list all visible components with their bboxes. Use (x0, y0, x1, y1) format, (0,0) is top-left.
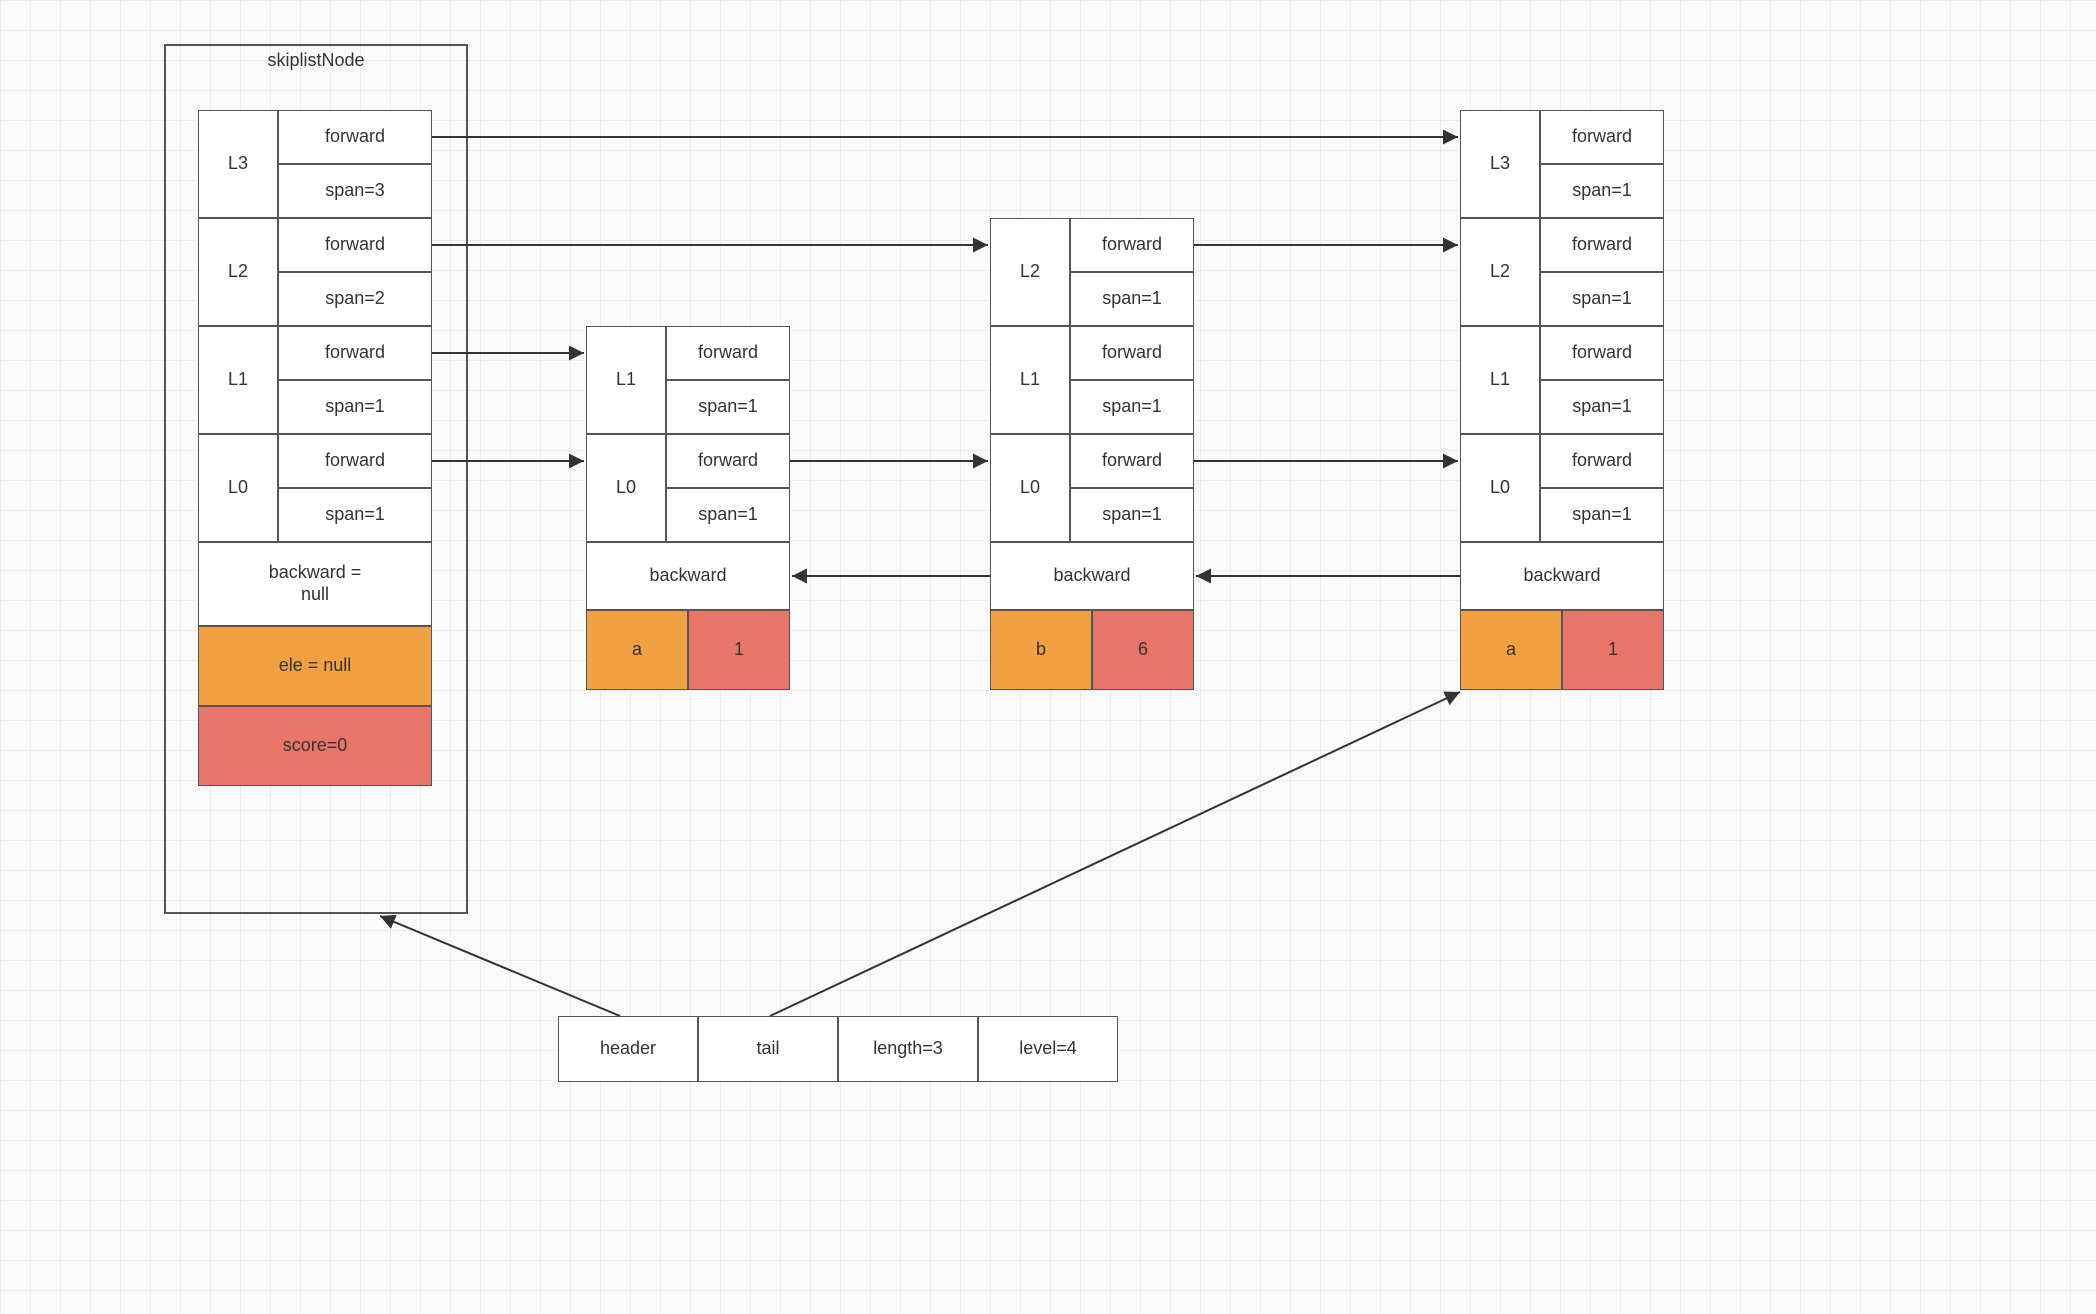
n2-L0-span: span=1 (1070, 488, 1194, 542)
n3-L0-span: span=1 (1540, 488, 1664, 542)
hdr-L0-name: L0 (198, 434, 278, 542)
hdr-L1-span: span=1 (278, 380, 432, 434)
n1-L1-name: L1 (586, 326, 666, 434)
hdr-L1-name: L1 (198, 326, 278, 434)
n3-L1-forward: forward (1540, 326, 1664, 380)
n3-L3-forward: forward (1540, 110, 1664, 164)
n2-L2-span: span=1 (1070, 272, 1194, 326)
n1-L1-forward: forward (666, 326, 790, 380)
n2-L1-name: L1 (990, 326, 1070, 434)
n3-score: 1 (1562, 610, 1664, 690)
meta-length: length=3 (838, 1016, 978, 1082)
hdr-L3-forward: forward (278, 110, 432, 164)
n2-L2-name: L2 (990, 218, 1070, 326)
n1-L0-span: span=1 (666, 488, 790, 542)
n3-ele: a (1460, 610, 1562, 690)
hdr-score: score=0 (198, 706, 432, 786)
n2-ele: b (990, 610, 1092, 690)
hdr-L2-name: L2 (198, 218, 278, 326)
n2-L1-span: span=1 (1070, 380, 1194, 434)
n3-backward: backward (1460, 542, 1664, 610)
n3-L3-name: L3 (1460, 110, 1540, 218)
n2-L1-forward: forward (1070, 326, 1194, 380)
meta-header: header (558, 1016, 698, 1082)
hdr-L0-span: span=1 (278, 488, 432, 542)
n1-ele: a (586, 610, 688, 690)
n1-L0-forward: forward (666, 434, 790, 488)
meta-level: level=4 (978, 1016, 1118, 1082)
n1-score: 1 (688, 610, 790, 690)
hdr-L2-span: span=2 (278, 272, 432, 326)
n3-L2-forward: forward (1540, 218, 1664, 272)
hdr-L3-name: L3 (198, 110, 278, 218)
n3-L2-name: L2 (1460, 218, 1540, 326)
n2-L2-forward: forward (1070, 218, 1194, 272)
n3-L1-name: L1 (1460, 326, 1540, 434)
hdr-L0-forward: forward (278, 434, 432, 488)
n1-backward: backward (586, 542, 790, 610)
hdr-L3-span: span=3 (278, 164, 432, 218)
n1-L1-span: span=1 (666, 380, 790, 434)
n2-L0-name: L0 (990, 434, 1070, 542)
n2-score: 6 (1092, 610, 1194, 690)
hdr-backward: backward = null (198, 542, 432, 626)
n3-L0-forward: forward (1540, 434, 1664, 488)
n2-L0-forward: forward (1070, 434, 1194, 488)
n2-backward: backward (990, 542, 1194, 610)
n1-L0-name: L0 (586, 434, 666, 542)
hdr-L2-forward: forward (278, 218, 432, 272)
meta-tail: tail (698, 1016, 838, 1082)
hdr-L1-forward: forward (278, 326, 432, 380)
outer-title: skiplistNode (166, 46, 466, 77)
n3-L2-span: span=1 (1540, 272, 1664, 326)
n3-L3-span: span=1 (1540, 164, 1664, 218)
hdr-ele: ele = null (198, 626, 432, 706)
n3-L0-name: L0 (1460, 434, 1540, 542)
n3-L1-span: span=1 (1540, 380, 1664, 434)
